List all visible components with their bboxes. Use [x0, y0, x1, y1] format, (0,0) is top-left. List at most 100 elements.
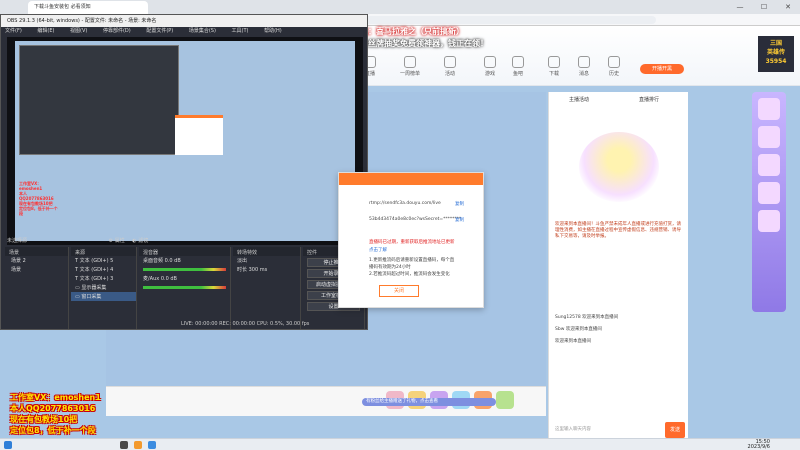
source-item[interactable]: ▭ 显示器采集 — [71, 283, 136, 292]
mixer-channel-label: 桌面音频 0.0 dB — [143, 258, 181, 264]
menu-docks[interactable]: 停靠部件(D) — [103, 28, 131, 34]
obs-menu-bar: 文件(F) 编辑(E) 视图(V) 停靠部件(D) 配置文件(P) 场景集合(S… — [1, 27, 367, 36]
sources-dock-title: 来源 — [71, 247, 136, 256]
windows-taskbar: 15:50 2023/9/6 — [0, 438, 800, 450]
promo-item[interactable] — [758, 154, 780, 176]
server-address: rtmp://sendfc3a.douyu.com/live — [369, 201, 441, 206]
dialog-tip: 播码有效期为24小时 — [369, 265, 411, 270]
obs-taskbar-icon[interactable] — [120, 441, 128, 449]
preview-overlay-text: 工作室VX：emoshen1 本人QQ2077863016 现在有包教场10把 … — [19, 181, 58, 216]
menu-edit[interactable]: 编辑(E) — [37, 28, 54, 34]
menu-view[interactable]: 视图(V) — [70, 28, 87, 34]
mixer-dock: 混音器 桌面音频 0.0 dB 麦/Aux 0.0 dB — [139, 247, 231, 329]
message-icon — [578, 56, 590, 68]
chat-message: Sung12578 欢迎来到本直播间 — [555, 315, 619, 320]
menu-scene-collection[interactable]: 场景集合(S) — [189, 28, 216, 34]
source-item[interactable]: T 文本 (GDI+) 5 — [71, 256, 136, 265]
clock[interactable]: 15:50 2023/9/6 — [748, 440, 770, 450]
promo-item[interactable] — [758, 210, 780, 232]
menu-tools[interactable]: 工具(T) — [232, 28, 249, 34]
minimize-button[interactable]: — — [728, 0, 752, 14]
scene-item[interactable]: 场景 2 — [5, 256, 68, 265]
menu-file[interactable]: 文件(F) — [5, 28, 22, 34]
stream-key-dialog: rtmp://sendfc3a.douyu.com/live 复制 53b4d3… — [338, 172, 484, 308]
sources-dock: 来源 T 文本 (GDI+) 5 T 文本 (GDI+) 4 T 文本 (GDI… — [71, 247, 137, 329]
volume-meter — [143, 268, 226, 271]
download-icon — [548, 56, 560, 68]
start-stream-button[interactable]: 开播开黑 — [640, 64, 684, 74]
obs-preview[interactable]: 工作室VX：emoshen1 本人QQ2077863016 现在有包教场10把 … — [7, 37, 363, 245]
dialog-tip: 2.若推流码超过时间，推流码会发生变化 — [369, 272, 450, 277]
copy-key-button[interactable]: 复制 — [455, 217, 464, 223]
send-button[interactable]: 发送 — [665, 422, 685, 438]
promo-item[interactable] — [758, 98, 780, 120]
volume-meter — [143, 286, 226, 289]
promo-item[interactable] — [758, 182, 780, 204]
source-item[interactable]: ▭ 窗口采集 — [71, 292, 136, 301]
obs-title-bar: OBS 29.1.3 (64-bit, windows) - 配置文件: 未命名… — [1, 15, 367, 27]
game-icon — [484, 56, 496, 68]
transitions-dock-title: 转场特效 — [233, 247, 300, 256]
maximize-button[interactable]: ☐ — [752, 0, 776, 14]
chat-notice: 欢迎来到本直播间！斗鱼严禁未成年人直播或进行充值打赏，请理性消费，如主播在直播过… — [555, 222, 681, 239]
browser-tab[interactable]: 下载斗鱼安装包 必看须知 — [28, 1, 148, 14]
preview-popup — [175, 115, 223, 155]
transition-duration[interactable]: 时长 300 ms — [233, 265, 300, 274]
obs-status-bar: LIVE: 00:00:00 REC: 00:00:00 CPU: 0.5%, … — [181, 321, 310, 327]
source-toolbar: 未选择源 ⚙ 属性 ◐ 滤镜 — [7, 238, 149, 244]
nav-item-fish[interactable]: 鱼吧 — [500, 56, 536, 77]
transitions-dock: 转场特效 淡出 时长 300 ms — [233, 247, 301, 329]
browser-tab-strip: 下载斗鱼安装包 必看须知 — ☐ ✕ — [0, 0, 800, 14]
obs-docks: 场景 场景 2 场景 来源 T 文本 (GDI+) 5 T 文本 (GDI+) … — [1, 247, 367, 329]
menu-profile[interactable]: 配置文件(P) — [146, 28, 173, 34]
preview-screen-capture: 工作室VX：emoshen1 本人QQ2077863016 现在有包教场10把 … — [15, 41, 355, 241]
douyu-taskbar-icon[interactable] — [134, 441, 142, 449]
chat-panel: 主播活动 直播排行 欢迎来到本直播间！斗鱼严禁未成年人直播或进行充值打赏，请理性… — [548, 92, 688, 444]
learn-more-link[interactable]: 点击了解 — [369, 247, 387, 253]
nested-obs-capture — [19, 45, 179, 155]
browser-taskbar-icon[interactable] — [148, 441, 156, 449]
gift-notice-bar[interactable]: 有粉丝给主播赠送了礼物，点击查看 — [362, 398, 496, 406]
overlay-text-line: 现在有包教场10把 — [10, 415, 78, 424]
activity-icon — [444, 56, 456, 68]
source-item[interactable]: T 文本 (GDI+) 4 — [71, 265, 136, 274]
start-icon[interactable] — [4, 441, 12, 449]
dialog-close-button[interactable]: 关闭 — [379, 285, 419, 297]
history-icon — [608, 56, 620, 68]
overlay-text-line: 工作室VX：emoshen1 — [10, 393, 101, 402]
dialog-header — [339, 173, 483, 185]
dialog-tip: 1.更新推流码后请重新设置直播码，每个直 — [369, 258, 455, 263]
close-button[interactable]: ✕ — [776, 0, 800, 14]
properties-button[interactable]: ⚙ 属性 — [109, 238, 125, 244]
scene-item[interactable]: 场景 — [5, 265, 68, 274]
mixer-channel-label: 麦/Aux 0.0 dB — [143, 276, 177, 282]
nav-item-rank[interactable]: 一周榜单 — [392, 56, 428, 77]
chat-message: Sbw 欢迎来到本直播间 — [555, 327, 602, 332]
expired-warning: 直播码已过期，重新获取后推流地址已更新 — [369, 240, 455, 245]
transition-select[interactable]: 淡出 — [233, 256, 300, 265]
scenes-dock-title: 场景 — [5, 247, 68, 256]
fish-icon — [512, 56, 524, 68]
stream-title-line1: 飞机：喜马拉雅之（只前搞新） — [352, 27, 464, 36]
nav-item-history[interactable]: 历史 — [596, 56, 632, 77]
obs-window: OBS 29.1.3 (64-bit, windows) - 配置文件: 未命名… — [0, 14, 368, 330]
source-item[interactable]: T 文本 (GDI+) 3 — [71, 274, 136, 283]
anime-character-image — [579, 132, 659, 202]
tab-host-activity[interactable]: 主播活动 — [569, 96, 589, 103]
menu-help[interactable]: 帮助(H) — [264, 28, 282, 34]
stream-key: 53b4d3474a0e8c0ec?wsSecret=******** — [369, 217, 462, 222]
mixer-dock-title: 混音器 — [139, 247, 230, 256]
nav-item-activity[interactable]: 活动 — [432, 56, 468, 77]
gift-item[interactable] — [496, 391, 514, 409]
game-logo[interactable]: 三国 英雄传 35954 — [758, 36, 794, 72]
stream-title-line2: 拾粉丝牌抽奖免费领神器，钱正在领！ — [352, 39, 488, 48]
overlay-text-line: 本人QQ2077863016 — [10, 404, 96, 413]
tab-ranking[interactable]: 直播排行 — [639, 96, 659, 103]
scenes-dock: 场景 场景 2 场景 — [5, 247, 69, 329]
rank-icon — [404, 56, 416, 68]
filters-button[interactable]: ◐ 滤镜 — [132, 238, 148, 244]
side-promo-rail — [752, 92, 786, 312]
copy-server-button[interactable]: 复制 — [455, 201, 464, 207]
chat-message: 欢迎来到本直播间 — [555, 339, 591, 344]
promo-item[interactable] — [758, 126, 780, 148]
